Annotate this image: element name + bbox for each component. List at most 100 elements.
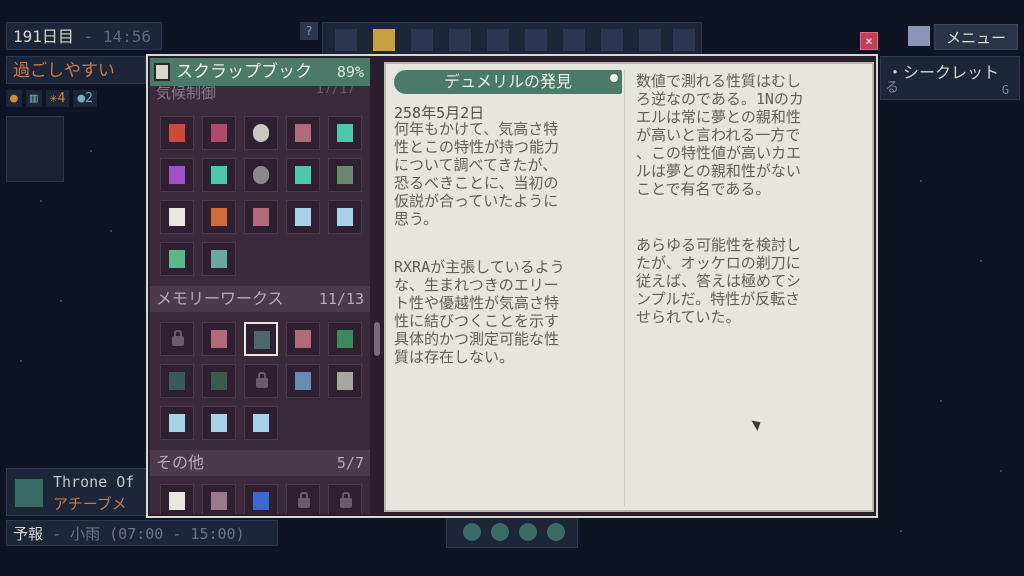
menu-button[interactable]: メニュー [934, 24, 1018, 50]
scrap-item[interactable] [244, 484, 278, 514]
locked-item[interactable] [328, 484, 362, 514]
scrap-item[interactable] [286, 322, 320, 356]
tool-slot[interactable] [639, 29, 661, 51]
scrap-item[interactable] [328, 116, 362, 150]
scrap-item[interactable] [244, 116, 278, 150]
scrapbook-list: 気候制御 17/17 スクラップブック 89% メモリーワークス 11/13 そ… [150, 58, 370, 514]
scrap-item[interactable] [160, 406, 194, 440]
book-icon [169, 166, 185, 184]
tool-slot[interactable] [525, 29, 547, 51]
stat-row: ● ▥ ✳4 ●2 [6, 90, 97, 107]
panel-icon [169, 372, 185, 390]
tool-slot[interactable] [449, 29, 471, 51]
section-other[interactable]: その他 5/7 [150, 450, 370, 476]
bottom-button[interactable] [547, 523, 565, 541]
scrap-item[interactable] [202, 116, 236, 150]
tool-slot[interactable] [563, 29, 585, 51]
close-button[interactable]: × [860, 32, 878, 50]
bottom-button[interactable] [519, 523, 537, 541]
book-icon [169, 124, 185, 142]
stat-1: ● [6, 90, 22, 107]
section-name: その他 [156, 453, 205, 472]
scrollbar-handle[interactable] [374, 322, 380, 356]
star [40, 200, 42, 202]
locked-item[interactable] [244, 364, 278, 398]
scrap-item[interactable] [202, 322, 236, 356]
mini-status-grid [6, 116, 64, 182]
achievement-title: Throne Of [53, 473, 135, 491]
dish-icon [253, 124, 269, 142]
book-icon [337, 330, 353, 348]
book-icon [211, 208, 227, 226]
scrap-item-selected[interactable] [244, 322, 278, 356]
section-count: 5/7 [336, 454, 364, 472]
tool-slot[interactable] [335, 29, 357, 51]
frog-icon [295, 208, 311, 226]
scrap-item[interactable] [286, 200, 320, 234]
book-icon [253, 492, 269, 510]
tool-slot[interactable] [487, 29, 509, 51]
book-icon [295, 166, 311, 184]
scrap-item[interactable] [328, 200, 362, 234]
status-label: 過ごしやすい [13, 61, 115, 81]
achievement-box[interactable]: Throne Of アチーブメ [6, 468, 148, 516]
locked-item[interactable] [160, 322, 194, 356]
secret-box[interactable]: ・シークレット る G [880, 56, 1020, 100]
book-icon [211, 166, 227, 184]
entry-paragraph-1: 何年もかけて、気高さ特 性とこの特性が持つ能力 について調べてきたが、 恐るべき… [394, 120, 560, 228]
bottom-button[interactable] [463, 523, 481, 541]
scrap-item[interactable] [328, 364, 362, 398]
scrap-item[interactable] [286, 158, 320, 192]
scrap-item[interactable] [286, 116, 320, 150]
box-icon [295, 330, 311, 348]
box-icon [295, 124, 311, 142]
frog-icon [211, 414, 227, 432]
scrap-item[interactable] [160, 484, 194, 514]
star [940, 400, 942, 402]
scrap-item[interactable] [202, 158, 236, 192]
help-button[interactable]: ? [300, 22, 318, 40]
crate-icon [211, 250, 227, 268]
scrap-item[interactable] [202, 406, 236, 440]
scrap-item[interactable] [244, 200, 278, 234]
frog-icon [169, 250, 185, 268]
scrap-item[interactable] [244, 158, 278, 192]
jellyfish-icon [295, 372, 311, 390]
save-icon[interactable] [908, 26, 930, 46]
entry-title: デュメリルの発見 [394, 70, 622, 94]
scrap-item[interactable] [328, 322, 362, 356]
box-icon [253, 208, 269, 226]
scrap-item[interactable] [160, 242, 194, 276]
forecast-box: 予報 - 小雨 (07:00 - 15:00) [6, 520, 278, 546]
scrap-item[interactable] [202, 200, 236, 234]
scrap-item[interactable] [328, 158, 362, 192]
scrap-item[interactable] [244, 406, 278, 440]
title-dot-icon [608, 72, 620, 84]
scrap-item[interactable] [160, 200, 194, 234]
tool-slot[interactable] [601, 29, 623, 51]
scrap-item[interactable] [160, 116, 194, 150]
hammer-icon [337, 372, 353, 390]
scrap-item[interactable] [202, 484, 236, 514]
section-count: 11/13 [318, 290, 364, 308]
scrap-item[interactable] [286, 364, 320, 398]
tool-slot[interactable] [411, 29, 433, 51]
robot-icon [211, 492, 227, 510]
bottom-button[interactable] [491, 523, 509, 541]
scrap-item[interactable] [202, 364, 236, 398]
scrap-item[interactable] [160, 364, 194, 398]
tool-slot[interactable] [373, 29, 395, 51]
entry-paragraph-4: あらゆる可能性を検討し たが、オッケロの剃刀に 従えば、答えは極めてシ ンプルだ… [636, 236, 802, 326]
tool-slot[interactable] [673, 29, 695, 51]
scrap-item[interactable] [160, 158, 194, 192]
scrap-item[interactable] [202, 242, 236, 276]
locked-item[interactable] [286, 484, 320, 514]
lock-icon [172, 330, 184, 346]
lock-icon [298, 492, 310, 508]
section-memory-works[interactable]: メモリーワークス 11/13 [150, 286, 370, 312]
book-icon [337, 124, 353, 142]
scrapbook-header: スクラップブック 89% [150, 58, 370, 86]
scrapbook-percent: 89% [336, 63, 364, 81]
forecast-label: 予報 [13, 525, 44, 543]
section-climate-name: 気候制御 [156, 84, 217, 102]
